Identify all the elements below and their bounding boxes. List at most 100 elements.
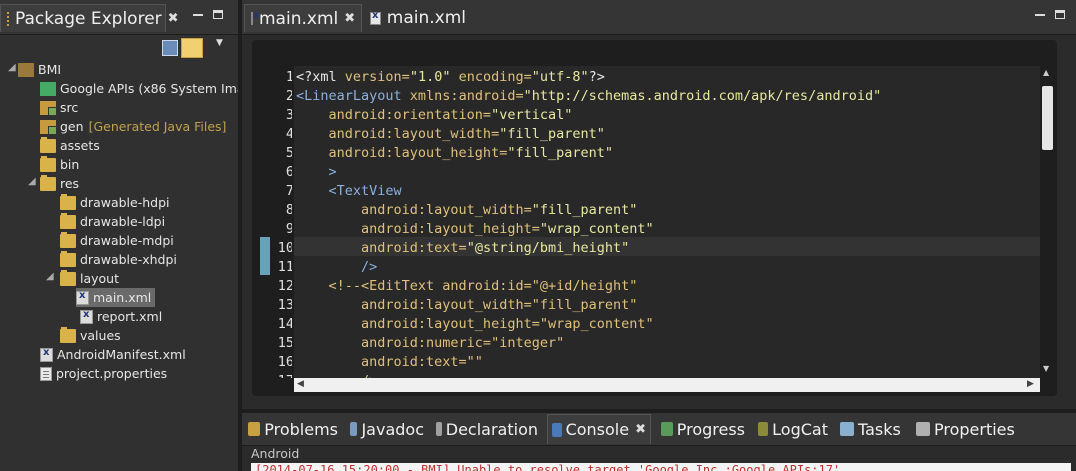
code-line: android:layout_height="fill_parent" [296,144,614,163]
tree-item-src[interactable]: src [40,98,78,117]
horizontal-scrollbar[interactable]: ◀ ▶ [294,378,1040,392]
folder-icon [60,212,76,229]
code-line: <?xml version="1.0" encoding="utf-8"?> [296,68,605,87]
editor-tab-label: main.xml [259,8,339,29]
source-folder-icon [40,119,57,135]
tree-item-report-xml[interactable]: report.xml [80,307,162,326]
editor-tab-main-xml-active[interactable]: main.xml ✖ [244,4,362,32]
properties-icon [916,422,930,436]
tab-tasks[interactable]: Tasks [836,414,906,444]
tree-item-google-apis[interactable]: Google APIs (x86 System Imag [40,79,253,98]
tree-item-bmi[interactable]: ◢ BMI [8,60,61,79]
close-icon[interactable]: ✖ [635,422,646,437]
code-line: /> [296,258,377,277]
close-icon[interactable]: ✖ [344,11,355,26]
editor-tab-bar: main.xml ✖ main.xml [242,0,1076,35]
tab-label: Problems [264,419,338,439]
tab-javadoc[interactable]: Javadoc [346,414,428,444]
editor-tab-main-xml[interactable]: main.xml [364,4,474,32]
tab-problems[interactable]: Problems [244,414,342,444]
project-icon [18,62,34,77]
tab-console[interactable]: Console ✖ [547,414,651,444]
tree-item-label: drawable-mdpi [80,233,174,248]
folder-icon [60,269,76,286]
tree-item-drawable-xhdpi[interactable]: drawable-xhdpi [60,250,177,269]
tree-item-drawable-ldpi[interactable]: drawable-ldpi [60,212,165,231]
tree-item-assets[interactable]: assets [40,136,100,155]
tab-declaration[interactable]: Declaration [432,414,542,444]
code-line: android:orientation="vertical" [296,106,573,125]
code-token: version= [344,69,410,85]
code-line: android:numeric="integer" [296,334,564,353]
code-token: <TextView [296,183,402,199]
maximize-icon[interactable] [213,10,223,19]
drag-grip-icon[interactable] [7,11,9,26]
link-with-editor-icon[interactable] [181,38,203,58]
folder-icon [60,250,76,267]
code-token: "fill_parent" [507,145,613,161]
package-explorer-tab-label: Package Explorer [15,8,162,29]
tree-item-project-properties[interactable]: project.properties [40,364,167,383]
scroll-left-icon[interactable]: ◀ [297,379,304,389]
declaration-icon [436,422,442,436]
tree-item-androidmanifest[interactable]: AndroidManifest.xml [40,345,186,364]
package-explorer-tab[interactable]: Package Explorer ✖ [0,4,179,32]
close-icon[interactable]: ✖ [168,11,179,26]
collapse-arrow-icon[interactable]: ◢ [8,62,16,73]
change-marker [260,237,270,275]
minimize-icon[interactable] [193,10,203,16]
tree-item-label: project.properties [56,366,168,381]
code-line: android:layout_width="fill_parent" [296,125,605,144]
code-line: android:text="@string/bmi_height" [296,239,629,258]
javadoc-icon [350,422,358,436]
tree-item-values[interactable]: values [60,326,121,345]
library-icon [40,81,56,96]
tree-item-gen[interactable]: gen [Generated Java Files] [40,117,226,136]
console-output[interactable]: [2014-07-16 15:20:00 - BMI] Unable to re… [251,463,1071,471]
tree-item-drawable-hdpi[interactable]: drawable-hdpi [60,193,170,212]
tab-label: Console [565,420,630,439]
collapse-all-icon[interactable] [162,40,178,56]
scroll-down-icon[interactable]: ▼ [1043,364,1049,373]
code-token: android:layout_width= [296,126,500,142]
tree-item-label: AndroidManifest.xml [57,347,186,362]
tab-logcat[interactable]: LogCat [754,414,832,444]
scroll-thumb[interactable] [1042,86,1053,150]
line-number: 17 [254,372,292,378]
collapse-arrow-icon[interactable]: ◢ [28,176,36,187]
xml-file-icon [370,10,381,25]
code-token: > [296,164,337,180]
collapse-arrow-icon[interactable]: ◢ [46,271,54,282]
tree-item-drawable-mdpi[interactable]: drawable-mdpi [60,231,174,250]
code-text-area[interactable]: <?xml version="1.0" encoding="utf-8"?> <L… [294,66,1040,378]
line-number: 3 [285,107,292,123]
tree-item-label: main.xml [93,290,152,305]
tasks-icon [840,422,854,436]
tree-item-main-xml[interactable]: main.xml [76,288,156,307]
tab-properties[interactable]: Properties [912,414,1022,444]
tree-item-label: drawable-ldpi [80,214,166,229]
scroll-up-icon[interactable]: ▲ [1043,68,1049,77]
tree-item-layout[interactable]: ◢ layout [46,269,119,288]
tab-progress[interactable]: Progress [657,414,749,444]
view-menu-icon[interactable]: ▼ [216,38,232,54]
console-text: [2014-07-16 15:20:00 - BMI] Unable to re… [255,463,841,471]
line-number: 2 [285,88,292,104]
line-number: 5 [285,145,292,161]
tab-label: Javadoc [361,419,424,439]
minimize-icon[interactable] [1035,10,1045,16]
vertical-scrollbar[interactable]: ▲ ▼ [1040,66,1055,378]
package-explorer-view: Package Explorer ✖ ▼ ◢ BMI Google APIs (… [0,0,253,471]
code-token: "fill_parent" [531,202,638,218]
code-token: android:layout_height="wrap_content" [296,316,654,332]
tree-item-res[interactable]: ◢ res [28,174,79,193]
xml-file-icon [80,309,93,324]
tab-label: Progress [676,419,745,439]
scroll-right-icon[interactable]: ▶ [1027,379,1034,389]
tree-item-label: assets [60,138,100,153]
code-line: > [296,163,337,182]
tree-item-bin[interactable]: bin [40,155,79,174]
code-editor: 1234567891011121314151617 <?xml version=… [252,40,1057,396]
maximize-icon[interactable] [1055,10,1065,19]
xml-file-icon [76,290,89,305]
